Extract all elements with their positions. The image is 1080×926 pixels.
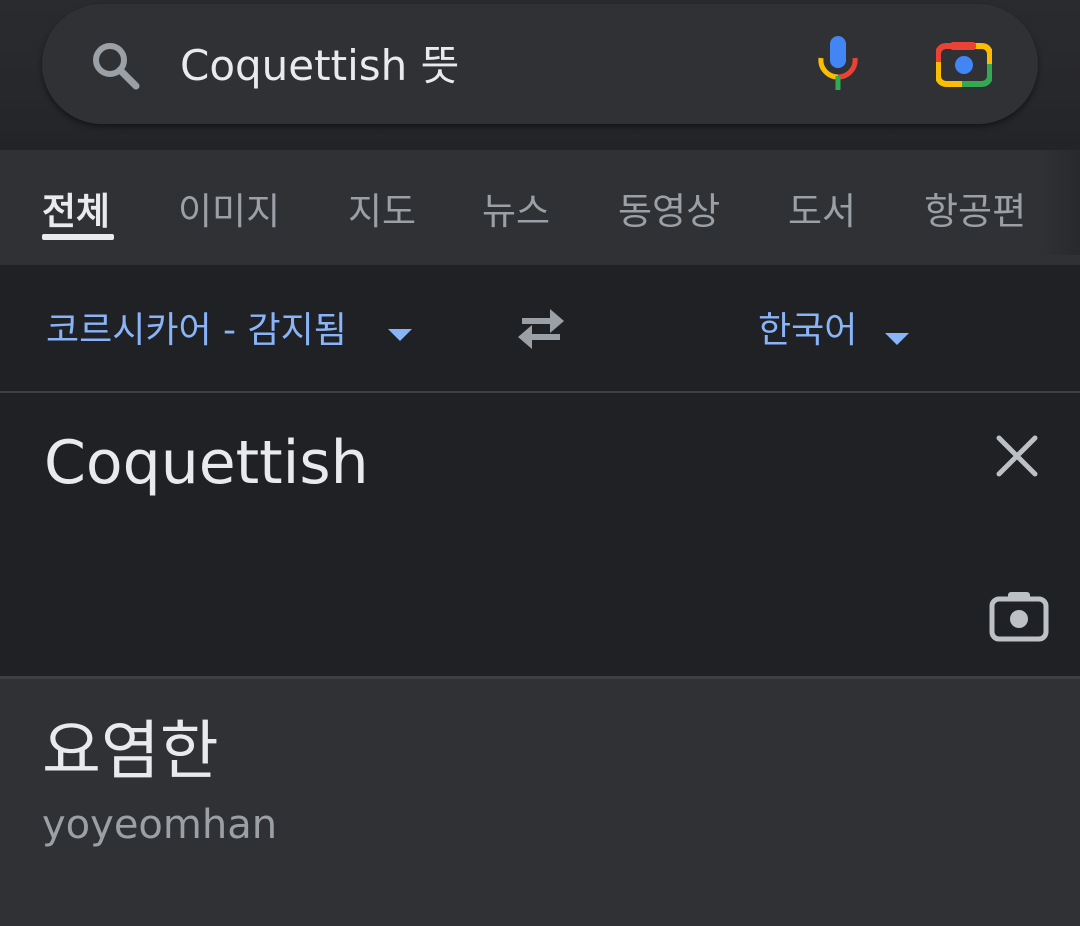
- tab-maps[interactable]: 지도: [348, 182, 416, 242]
- close-icon[interactable]: [994, 433, 1040, 479]
- mic-icon[interactable]: [815, 34, 861, 92]
- target-language-label: 한국어: [758, 310, 858, 351]
- tab-flights[interactable]: 항공편: [924, 182, 1026, 242]
- tab-images[interactable]: 이미지: [178, 182, 280, 242]
- target-language-dropdown-icon[interactable]: [883, 331, 911, 347]
- source-language-label: 코르시카어 - 감지됨: [46, 310, 347, 351]
- top-bar: [0, 0, 1080, 150]
- search-icon[interactable]: [90, 40, 142, 92]
- tabs-scroll-fade: [1040, 150, 1080, 255]
- google-lens-icon[interactable]: [936, 40, 992, 90]
- target-language-selector[interactable]: 한국어: [758, 301, 857, 361]
- active-tab-indicator: [42, 234, 114, 240]
- camera-icon[interactable]: [988, 589, 1050, 643]
- swap-languages-icon[interactable]: [512, 305, 570, 353]
- search-input[interactable]: Coquettish 뜻: [180, 36, 459, 96]
- tab-videos[interactable]: 동영상: [618, 182, 720, 242]
- source-text-panel: Coquettish: [0, 393, 1080, 679]
- translation-result-panel: 요염한 yoyeomhan: [0, 679, 1080, 926]
- search-tabs: 전체 이미지 지도 뉴스 동영상 도서 항공편: [0, 150, 1080, 265]
- tab-news[interactable]: 뉴스: [482, 182, 550, 242]
- romanization-text: yoyeomhan: [42, 802, 278, 848]
- translation-text: 요염한: [42, 715, 219, 789]
- source-language-dropdown-icon[interactable]: [386, 327, 414, 343]
- source-text-input[interactable]: Coquettish: [44, 423, 369, 503]
- tab-books[interactable]: 도서: [788, 182, 856, 242]
- language-bar: 코르시카어 - 감지됨 한국어: [0, 265, 1080, 393]
- tab-all[interactable]: 전체: [42, 182, 110, 242]
- source-language-selector[interactable]: 코르시카어 - 감지됨: [46, 301, 347, 361]
